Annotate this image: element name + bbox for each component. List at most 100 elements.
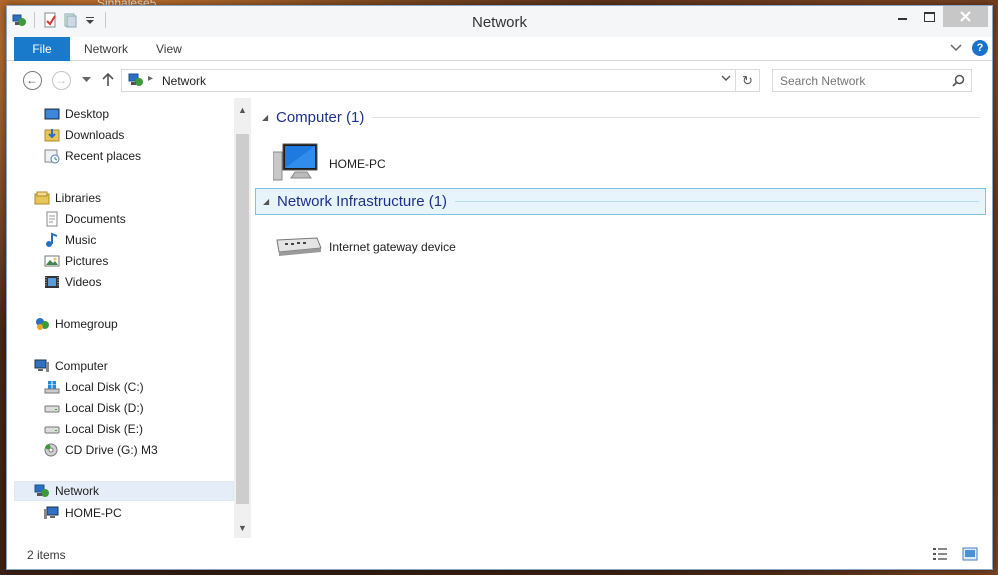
sidebar-item-label: Desktop <box>65 107 110 121</box>
chevron-down-icon <box>721 75 731 81</box>
sidebar-item-desktop[interactable]: Desktop <box>44 104 109 124</box>
sidebar-item-homegroup[interactable]: Homegroup <box>34 314 118 334</box>
downloads-icon <box>44 127 60 143</box>
group-divider <box>455 201 979 202</box>
view-toggle <box>932 547 978 564</box>
list-item-internet-gateway[interactable]: Internet gateway device <box>273 232 456 261</box>
sidebar-item-home-pc[interactable]: HOME-PC <box>44 503 122 523</box>
ribbon-right-controls: ? <box>950 40 988 56</box>
sidebar-item-local-disk-d[interactable]: Local Disk (D:) <box>44 398 144 418</box>
refresh-button[interactable]: ↻ <box>735 70 759 91</box>
sidebar-item-cd-drive-g[interactable]: CD Drive (G:) M3 <box>44 440 158 460</box>
sidebar-item-label: Network <box>55 484 100 498</box>
tab-view[interactable]: View <box>156 37 182 61</box>
minimize-button[interactable] <box>889 6 916 27</box>
address-bar[interactable]: ▸ Network ↻ <box>121 69 760 92</box>
item-count: 2 items <box>27 548 66 562</box>
sidebar-item-pictures[interactable]: Pictures <box>44 251 108 271</box>
close-icon <box>960 11 971 22</box>
back-button[interactable]: ← <box>22 70 42 90</box>
sidebar-item-network[interactable]: Network <box>14 481 234 501</box>
expand-ribbon-icon[interactable] <box>950 41 962 55</box>
status-bar: 2 items <box>7 541 992 569</box>
forward-arrow-icon: → <box>51 70 71 90</box>
drive-icon <box>44 421 60 437</box>
group-divider <box>372 117 980 118</box>
desktop-icon <box>44 106 60 122</box>
collapse-triangle-icon[interactable]: ◢ <box>263 197 275 206</box>
group-title: Computer (1) <box>276 109 365 126</box>
sidebar-item-label: CD Drive (G:) M3 <box>65 443 158 457</box>
search-box[interactable] <box>772 69 972 92</box>
sidebar-item-label: Music <box>65 233 97 247</box>
maximize-button[interactable] <box>916 6 943 27</box>
scroll-down-icon[interactable]: ▼ <box>234 520 251 536</box>
tab-file[interactable]: File <box>14 37 70 61</box>
close-button[interactable] <box>943 6 988 27</box>
breadcrumb[interactable]: Network <box>162 74 206 88</box>
item-label: Internet gateway device <box>329 239 456 254</box>
pictures-icon <box>44 253 60 269</box>
sidebar-item-label: Local Disk (D:) <box>65 401 144 415</box>
scroll-up-icon[interactable]: ▲ <box>234 102 251 118</box>
sidebar-item-documents[interactable]: Documents <box>44 209 126 229</box>
network-icon <box>128 72 144 91</box>
pc-icon <box>44 505 60 521</box>
sidebar-item-computer[interactable]: Computer <box>34 356 108 376</box>
window-controls <box>889 6 988 27</box>
large-icons-view-icon[interactable] <box>962 547 978 564</box>
sidebar-scrollbar[interactable]: ▲ ▼ <box>234 98 251 538</box>
details-view-icon[interactable] <box>932 547 948 564</box>
windows-drive-icon <box>44 379 60 395</box>
drive-icon <box>44 400 60 416</box>
minimize-icon <box>897 17 907 20</box>
videos-icon <box>44 274 60 290</box>
group-header-network-infrastructure[interactable]: ◢ Network Infrastructure (1) <box>255 188 986 215</box>
collapse-triangle-icon[interactable]: ◢ <box>262 113 274 122</box>
navigation-pane: Desktop Downloads Recent places Librarie… <box>7 98 251 538</box>
computer-monitor-icon <box>272 142 323 185</box>
item-label: HOME-PC <box>329 156 386 171</box>
sidebar-item-recent-places[interactable]: Recent places <box>44 146 141 166</box>
sidebar-item-local-disk-c[interactable]: Local Disk (C:) <box>44 377 144 397</box>
computer-icon <box>34 358 50 374</box>
documents-icon <box>44 211 60 227</box>
sidebar-item-label: Computer <box>55 359 108 373</box>
window-title: Network <box>471 14 527 31</box>
search-icon[interactable] <box>952 74 965 87</box>
chevron-down-icon <box>81 77 91 82</box>
forward-button[interactable]: → <box>51 70 71 90</box>
recent-places-icon <box>44 148 60 164</box>
search-input[interactable] <box>773 70 943 91</box>
up-button[interactable] <box>98 70 118 90</box>
help-icon[interactable]: ? <box>972 40 988 56</box>
sidebar-item-libraries[interactable]: Libraries <box>34 188 101 208</box>
sidebar-item-label: Homegroup <box>55 317 118 331</box>
music-icon <box>44 232 60 248</box>
sidebar-item-downloads[interactable]: Downloads <box>44 125 124 145</box>
sidebar-item-label: Local Disk (E:) <box>65 422 144 436</box>
sidebar-item-label: Local Disk (C:) <box>65 380 144 394</box>
back-arrow-icon: ← <box>22 70 42 90</box>
network-icon <box>34 483 50 499</box>
sidebar-item-videos[interactable]: Videos <box>44 272 101 292</box>
group-title: Network Infrastructure (1) <box>277 193 448 210</box>
recent-locations-button[interactable] <box>76 70 96 90</box>
breadcrumb-separator-icon[interactable]: ▸ <box>148 73 153 84</box>
sidebar-item-music[interactable]: Music <box>44 230 96 250</box>
sidebar-item-label: Recent places <box>65 149 142 163</box>
scrollbar-thumb[interactable] <box>236 134 249 504</box>
tab-network[interactable]: Network <box>84 37 128 61</box>
group-header-computer[interactable]: ◢ Computer (1) <box>255 104 986 131</box>
list-item-home-pc[interactable]: HOME-PC <box>272 142 386 185</box>
libraries-icon <box>34 190 50 206</box>
file-list-pane: ◢ Computer (1) HOME-PC ◢ Network Infrast… <box>253 98 992 538</box>
ribbon-tabs: File Network View ? <box>7 37 992 61</box>
explorer-window: Network File Network View ? ← → ▸ Networ… <box>6 5 993 570</box>
sidebar-item-local-disk-e[interactable]: Local Disk (E:) <box>44 419 143 439</box>
sidebar-item-label: Pictures <box>65 254 109 268</box>
sidebar-item-label: HOME-PC <box>65 506 122 520</box>
sidebar-item-label: Downloads <box>65 128 125 142</box>
sidebar-item-label: Documents <box>65 212 126 226</box>
address-history-dropdown[interactable] <box>721 73 731 85</box>
